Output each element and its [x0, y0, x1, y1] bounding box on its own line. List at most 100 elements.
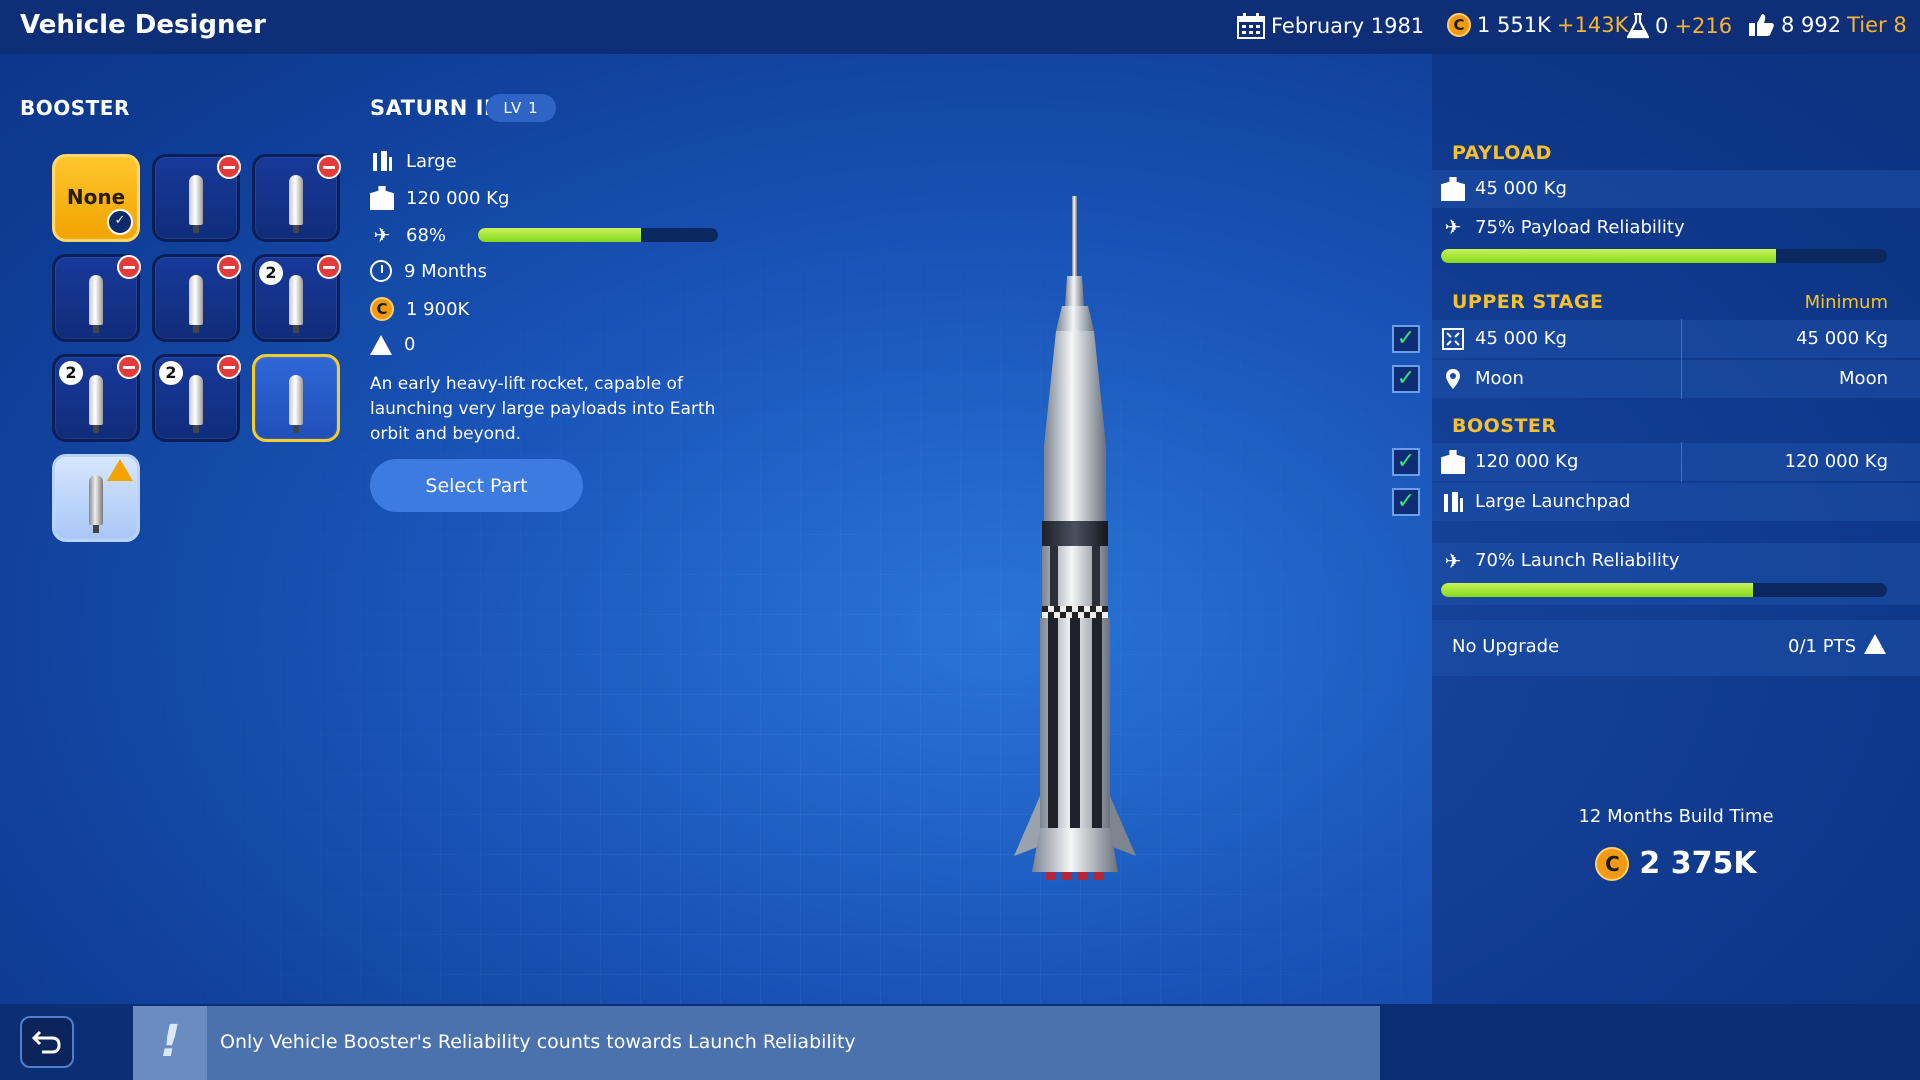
- upgrade-label: No Upgrade: [1452, 636, 1560, 657]
- payload-header: PAYLOAD: [1452, 142, 1552, 164]
- booster-section-label: BOOSTER: [20, 96, 130, 120]
- booster-option-4[interactable]: [52, 254, 141, 342]
- tip-text: Only Vehicle Booster's Reliability count…: [220, 1031, 856, 1053]
- date-text: February 1981: [1271, 14, 1425, 38]
- total-build-time: 12 Months Build Time: [1578, 806, 1774, 827]
- tier-label: Tier 8: [1847, 13, 1907, 37]
- booster-option-2[interactable]: [152, 154, 241, 242]
- reputation-value: 8 992: [1781, 13, 1842, 37]
- upgrade-icon: [370, 334, 392, 355]
- part-cost-row: C 1 900K: [370, 297, 469, 321]
- part-reliability-row: ✈ 68%: [370, 223, 446, 247]
- payload-weight: 45 000 Kg: [1475, 178, 1567, 199]
- coin-icon: C: [370, 297, 394, 321]
- booster-weight-min: 120 000 Kg: [1784, 451, 1888, 472]
- upper-stage-destination-min: Moon: [1839, 368, 1888, 389]
- money-value: 1 551K: [1477, 13, 1551, 37]
- part-buildtime-row: 9 Months: [370, 260, 487, 282]
- part-size-row: Large: [370, 149, 457, 173]
- booster-thumbnail: [89, 475, 103, 533]
- booster-weight: 120 000 Kg: [1475, 451, 1579, 472]
- booster-thumbnail: [189, 175, 203, 233]
- column-divider: [1681, 359, 1682, 399]
- reputation-display: 8 992 Tier 8: [1747, 13, 1907, 37]
- booster-thumbnail: [189, 275, 203, 333]
- part-reliability-bar: [478, 228, 718, 242]
- locked-icon: [217, 155, 241, 179]
- locked-icon: [117, 355, 141, 379]
- booster-option-6[interactable]: 2: [252, 254, 341, 342]
- payload-reliability-bar: [1441, 249, 1887, 263]
- booster-option-none[interactable]: None ✓: [52, 154, 140, 242]
- page-title: Vehicle Designer: [20, 10, 266, 40]
- booster-option-7[interactable]: 2: [52, 354, 141, 442]
- booster-option-10[interactable]: [52, 454, 140, 542]
- booster-count-badge: 2: [159, 361, 183, 385]
- part-size: Large: [406, 150, 457, 172]
- upper-weight-check: ✓: [1392, 325, 1420, 353]
- coin-icon: C: [1447, 13, 1471, 37]
- part-description: An early heavy-lift rocket, capable of l…: [370, 374, 716, 444]
- part-cost: 1 900K: [406, 298, 470, 320]
- minimum-label: Minimum: [1804, 292, 1888, 313]
- booster-option-5[interactable]: [152, 254, 241, 342]
- column-divider: [1681, 442, 1682, 482]
- reliability-icon: ✈: [373, 223, 391, 247]
- launch-reliability-fill: [1441, 583, 1754, 597]
- location-pin-icon: [1441, 367, 1465, 391]
- booster-count-badge: 2: [259, 261, 283, 285]
- part-build-time: 9 Months: [404, 260, 487, 282]
- upgrade-points: 0/1 PTS: [1788, 636, 1856, 657]
- booster-weight-check: ✓: [1392, 448, 1420, 476]
- thumbs-up-icon: [1749, 14, 1774, 36]
- money-delta: +143K: [1556, 13, 1629, 37]
- booster-option-8[interactable]: 2: [152, 354, 241, 442]
- payload-reliability: 75% Payload Reliability: [1475, 217, 1685, 238]
- locked-icon: [317, 255, 341, 279]
- upgrade-icon: [1864, 634, 1886, 654]
- selected-check-icon: ✓: [107, 209, 133, 235]
- booster-option-3[interactable]: [252, 154, 341, 242]
- launch-reliability-bar: [1441, 583, 1887, 597]
- part-reliability-fill: [478, 228, 642, 242]
- booster-launchpad: Large Launchpad: [1475, 491, 1631, 512]
- booster-thumbnail: [189, 375, 203, 433]
- booster-thumbnail: [289, 175, 303, 233]
- part-name: SATURN IB: [370, 96, 501, 120]
- upper-stage-weight-min: 45 000 Kg: [1796, 328, 1888, 349]
- total-cost: 2 375K: [1639, 846, 1757, 881]
- launchpad-icon: [1441, 490, 1465, 514]
- booster-header: BOOSTER: [1452, 415, 1557, 437]
- part-reliability: 68%: [406, 224, 447, 246]
- locked-icon: [317, 155, 341, 179]
- calendar-icon: [1237, 13, 1265, 39]
- science-delta: +216: [1674, 14, 1733, 38]
- launch-reliability: 70% Launch Reliability: [1475, 550, 1680, 571]
- part-payload: 120 000 Kg: [406, 187, 510, 209]
- reliability-icon: ✈: [1444, 549, 1462, 573]
- back-button[interactable]: [20, 1016, 74, 1068]
- booster-thumbnail: [89, 375, 103, 433]
- launchpad-icon: [370, 149, 394, 173]
- total-cost-display: C 2 375K: [1432, 846, 1920, 881]
- launchpad-check: ✓: [1392, 488, 1420, 516]
- part-level-badge: LV 1: [486, 94, 556, 122]
- booster-thumbnail: [289, 275, 303, 333]
- destination-check: ✓: [1392, 365, 1420, 393]
- upper-stage-weight: 45 000 Kg: [1475, 328, 1567, 349]
- locked-icon: [217, 355, 241, 379]
- coin-icon: C: [1595, 846, 1630, 881]
- part-upgrades: 0: [404, 334, 416, 355]
- column-divider: [1681, 319, 1682, 359]
- timer-icon: [370, 260, 392, 282]
- locked-icon: [217, 255, 241, 279]
- rocket-model: [1014, 196, 1136, 880]
- science-display: 0 +216: [1627, 13, 1732, 39]
- date-display: February 1981: [1237, 13, 1424, 39]
- science-value: 0: [1655, 14, 1669, 38]
- booster-option-saturn-ib[interactable]: [252, 354, 340, 442]
- weight-icon: [370, 186, 394, 210]
- upper-stage-destination: Moon: [1475, 368, 1524, 389]
- warning-icon: [107, 459, 133, 481]
- select-part-button[interactable]: Select Part: [370, 459, 583, 512]
